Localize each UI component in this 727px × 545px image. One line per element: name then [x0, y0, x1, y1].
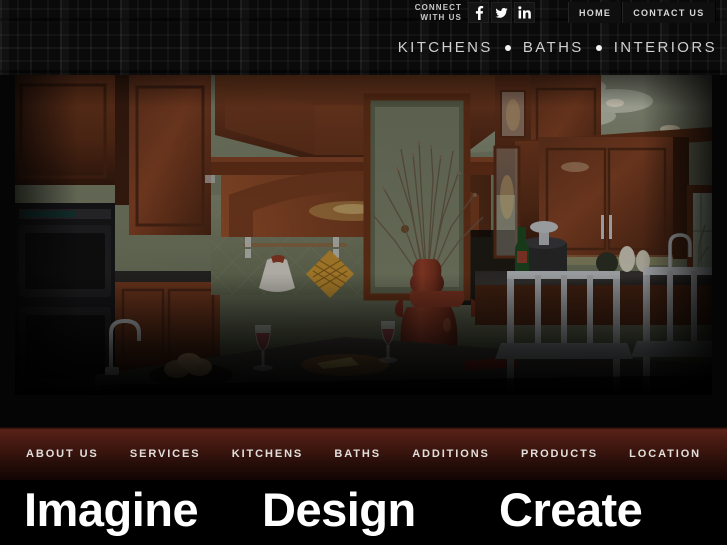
nav-item-products[interactable]: PRODUCTS	[521, 448, 598, 460]
tagline-kitchens: KITCHENS	[397, 39, 493, 56]
linkedin-link[interactable]	[514, 2, 535, 23]
tagline-separator-dot-1	[504, 44, 511, 51]
social-links	[468, 2, 535, 23]
page-root: CONNECT WITH US HOME CONTACT US KITCHENS…	[0, 0, 727, 545]
header-tagline: KITCHENS BATHS INTERIORS	[398, 39, 717, 56]
headline-word-design: Design	[262, 483, 416, 536]
facebook-icon	[472, 5, 485, 20]
connect-line-2: WITH US	[420, 13, 462, 22]
tagline-baths: BATHS	[522, 39, 584, 56]
twitter-link[interactable]	[491, 2, 512, 23]
main-navigation-items: ABOUT US SERVICES KITCHENS BATHS ADDITIO…	[0, 448, 727, 460]
main-navigation-bar: ABOUT US SERVICES KITCHENS BATHS ADDITIO…	[0, 427, 727, 480]
nav-item-services[interactable]: SERVICES	[130, 448, 201, 460]
nav-item-baths[interactable]: BATHS	[334, 448, 381, 460]
nav-item-location[interactable]: LOCATION	[629, 448, 701, 460]
site-header: CONNECT WITH US HOME CONTACT US KITCHENS…	[0, 0, 727, 75]
top-navigation: HOME CONTACT US	[568, 2, 716, 23]
top-nav-item-home[interactable]: HOME	[568, 2, 623, 23]
nav-item-additions[interactable]: ADDITIONS	[412, 448, 490, 460]
connect-line-1: CONNECT	[414, 3, 462, 12]
top-nav-item-contact-us[interactable]: CONTACT US	[622, 2, 716, 23]
headline-row: Imagine Design Create	[0, 480, 727, 545]
tagline-interiors: INTERIORS	[613, 39, 717, 56]
twitter-icon	[494, 6, 509, 20]
hero-image	[15, 75, 712, 395]
facebook-link[interactable]	[468, 2, 489, 23]
headline-word-imagine: Imagine	[24, 483, 199, 536]
connect-with-us-label: CONNECT WITH US	[394, 3, 462, 23]
nav-item-kitchens[interactable]: KITCHENS	[232, 448, 303, 460]
tagline-separator-dot-2	[595, 44, 602, 51]
linkedin-icon	[518, 6, 531, 19]
headline-word-create: Create	[499, 483, 643, 536]
headline-section: Imagine Design Create	[0, 480, 727, 545]
nav-item-about-us[interactable]: ABOUT US	[26, 448, 99, 460]
